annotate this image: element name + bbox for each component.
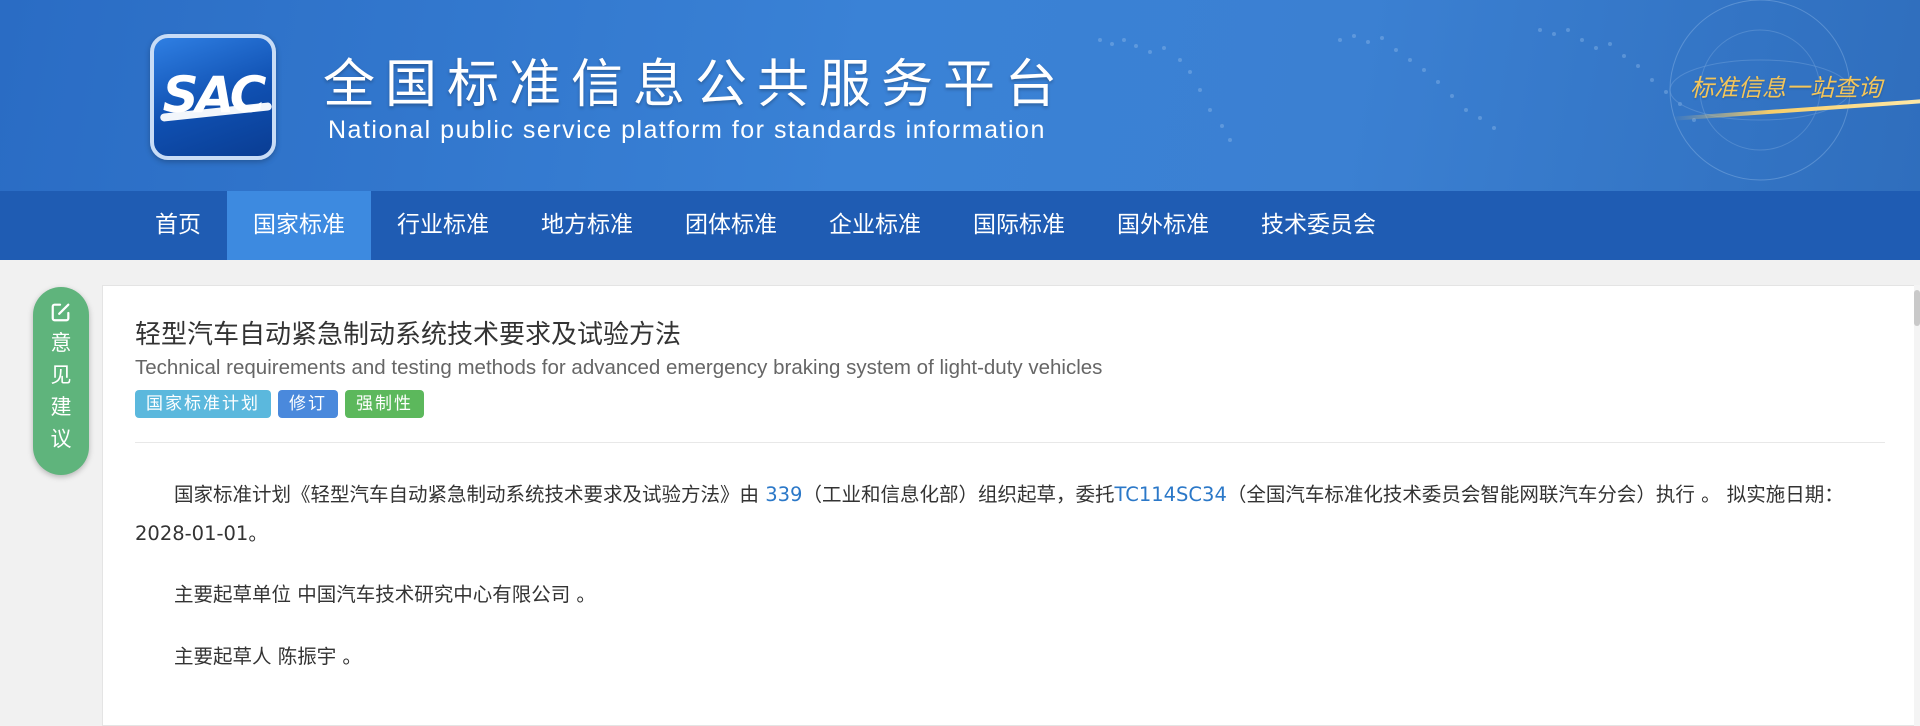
scrollbar-thumb[interactable] xyxy=(1914,290,1920,326)
sac-logo[interactable]: SAC xyxy=(150,34,276,160)
feedback-char: 见 xyxy=(50,363,72,387)
intro-prefix: 国家标准计划《轻型汽车自动紧急制动系统技术要求及试验方法》由 xyxy=(174,483,766,506)
nav-item-enterprise-standards[interactable]: 企业标准 xyxy=(803,191,947,260)
nav-item-industry-standards[interactable]: 行业标准 xyxy=(371,191,515,260)
feedback-button[interactable]: 意 见 建 议 xyxy=(33,287,89,475)
nav-item-national-standards[interactable]: 国家标准 xyxy=(227,191,371,260)
tc-code-link[interactable]: TC114SC34 xyxy=(1114,483,1226,506)
org-name: （工业和信息化部）组织起草，委托 xyxy=(802,483,1115,506)
main-nav: 首页 国家标准 行业标准 地方标准 团体标准 企业标准 国际标准 国外标准 技术… xyxy=(0,191,1920,260)
tag-list: 国家标准计划 修订 强制性 xyxy=(135,390,424,418)
nav-item-technical-committees[interactable]: 技术委员会 xyxy=(1235,191,1402,260)
intro-paragraph: 国家标准计划《轻型汽车自动紧急制动系统技术要求及试验方法》由 339（工业和信息… xyxy=(135,475,1885,553)
standard-title-english: Technical requirements and testing metho… xyxy=(135,356,1103,379)
divider xyxy=(135,442,1885,443)
tag-mandatory: 强制性 xyxy=(345,390,424,418)
edit-icon xyxy=(51,303,70,322)
scrollbar[interactable] xyxy=(1914,285,1920,726)
nav-item-local-standards[interactable]: 地方标准 xyxy=(515,191,659,260)
site-title: 全国标准信息公共服务平台 xyxy=(323,55,1068,115)
drafting-unit: 主要起草单位 中国汽车技术研究中心有限公司 。 xyxy=(174,583,596,606)
org-code-link[interactable]: 339 xyxy=(765,483,802,506)
standard-title: 轻型汽车自动紧急制动系统技术要求及试验方法 xyxy=(135,320,682,350)
nav-item-group-standards[interactable]: 团体标准 xyxy=(659,191,803,260)
nav-item-international-standards[interactable]: 国际标准 xyxy=(947,191,1091,260)
slogan: 标准信息一站查询 xyxy=(1690,74,1882,102)
feedback-char: 议 xyxy=(50,427,72,451)
nav-item-foreign-standards[interactable]: 国外标准 xyxy=(1091,191,1235,260)
drafters: 主要起草人 陈振宇 。 xyxy=(174,645,362,668)
feedback-char: 意 xyxy=(50,331,72,355)
nav-item-home[interactable]: 首页 xyxy=(129,191,227,260)
tag-revision: 修订 xyxy=(278,390,338,418)
site-subtitle: National public service platform for sta… xyxy=(328,116,1046,144)
header-banner: SAC 全国标准信息公共服务平台 National public service… xyxy=(0,0,1920,191)
tag-national-plan: 国家标准计划 xyxy=(135,390,271,418)
logo-text: SAC xyxy=(162,66,267,124)
feedback-char: 建 xyxy=(50,395,72,419)
